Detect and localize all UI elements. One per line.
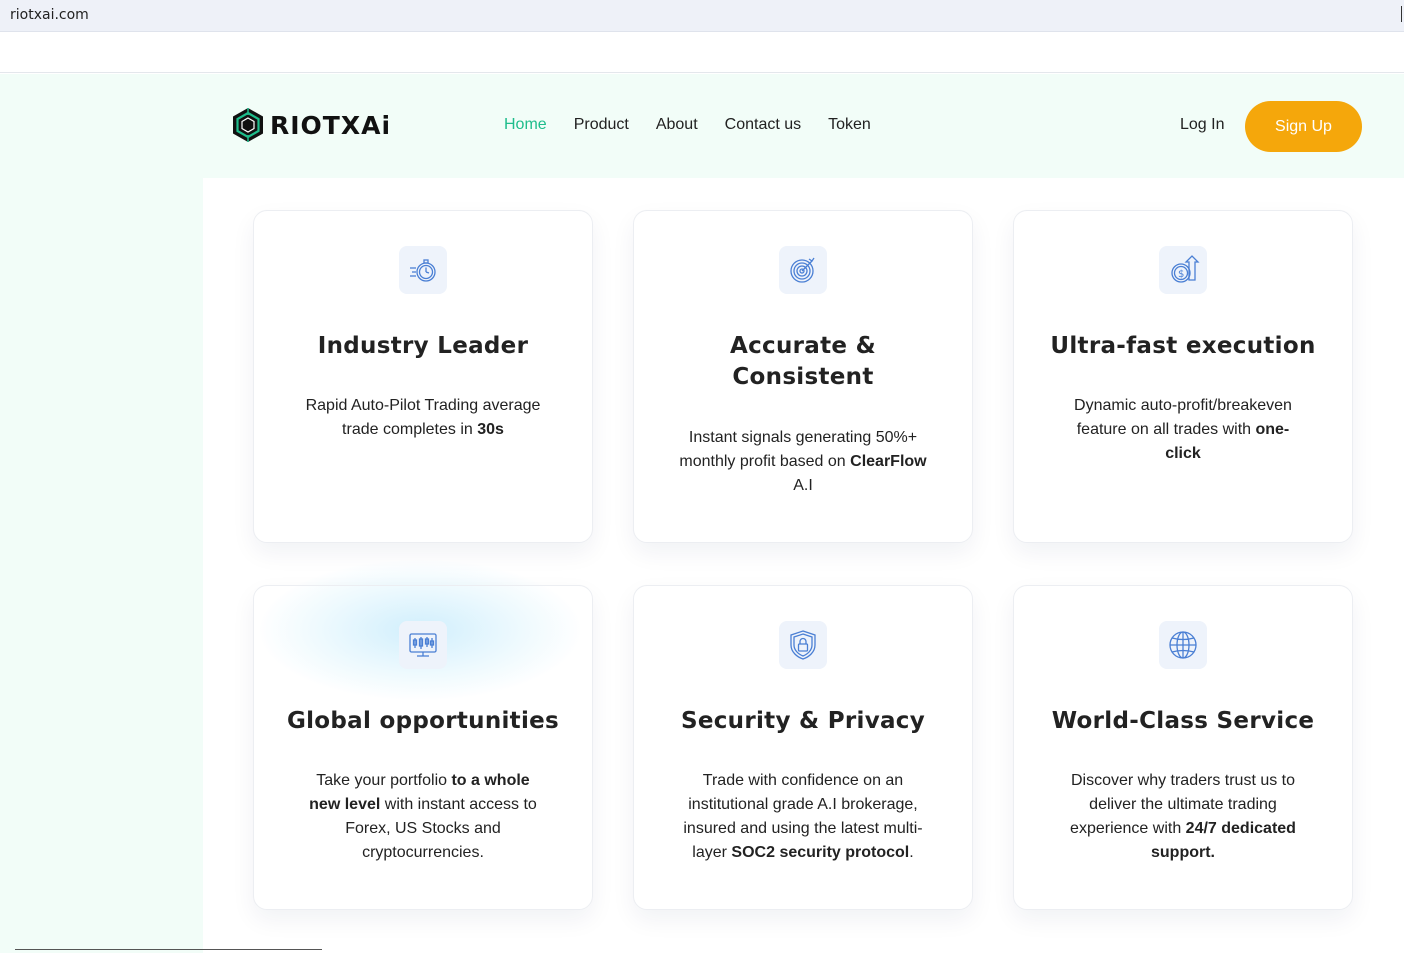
nav-token[interactable]: Token — [828, 116, 871, 134]
feature-title: Security & Privacy — [680, 708, 926, 734]
feature-description-emphasis: 30s — [477, 421, 504, 438]
feature-title: Accurate & Consistent — [730, 333, 876, 390]
site-header: RIOTXAi Home Product About Contact us To… — [0, 74, 1404, 178]
window-edge — [1401, 6, 1402, 22]
candlestick-monitor-icon — [399, 621, 447, 669]
feature-card-security-privacy: Security & Privacy Trade with confidence… — [633, 585, 973, 910]
feature-title: Global opportunities — [286, 708, 560, 734]
browser-toolbar-area — [0, 32, 1404, 73]
feature-card-accurate-consistent: Accurate & Consistent Instant signals ge… — [633, 210, 973, 543]
feature-description: Rapid Auto-Pilot Trading average trade c… — [299, 394, 547, 442]
nav-product[interactable]: Product — [574, 116, 629, 134]
feature-description: Instant signals generating 50%+ monthly … — [679, 426, 927, 498]
signup-button[interactable]: Sign Up — [1245, 101, 1362, 152]
nav-home[interactable]: Home — [504, 116, 547, 134]
bottom-divider — [15, 949, 322, 950]
nav-contact-us[interactable]: Contact us — [725, 116, 801, 134]
feature-card-world-class-service: World-Class Service Discover why traders… — [1013, 585, 1353, 910]
shield-lock-icon — [779, 621, 827, 669]
stopwatch-icon — [399, 246, 447, 294]
logo-hexagon-icon — [233, 108, 263, 142]
feature-title: Industry Leader — [317, 333, 529, 359]
dollar-growth-icon: $ — [1159, 246, 1207, 294]
feature-description: Trade with confidence on an institutiona… — [679, 769, 927, 865]
site-logo[interactable]: RIOTXAi — [230, 107, 391, 143]
feature-description-emphasis: ClearFlow — [850, 453, 927, 470]
nav-about[interactable]: About — [656, 116, 698, 134]
feature-description: Discover why traders trust us to deliver… — [1059, 769, 1307, 865]
feature-description-text: A.I — [793, 477, 813, 494]
svg-text:$: $ — [1178, 269, 1184, 280]
logo-text: RIOTXAi — [270, 110, 392, 140]
feature-description-emphasis: SOC2 security protocol — [731, 844, 910, 861]
url-text[interactable]: riotxai.com — [10, 7, 89, 23]
feature-card-global-opportunities: Global opportunities Take your portfolio… — [253, 585, 593, 910]
feature-description-text: . — [909, 844, 914, 861]
main-nav: Home Product About Contact us Token — [504, 116, 898, 134]
feature-title: Ultra-fast execution — [1050, 333, 1316, 359]
feature-card-industry-leader: Industry Leader Rapid Auto-Pilot Trading… — [253, 210, 593, 543]
browser-address-bar[interactable]: riotxai.com — [0, 0, 1404, 32]
feature-description: Dynamic auto-profit/breakeven feature on… — [1059, 394, 1307, 466]
feature-description-text: Take your portfolio — [316, 772, 452, 789]
globe-icon — [1159, 621, 1207, 669]
feature-description-text: Rapid Auto-Pilot Trading average trade c… — [305, 397, 541, 438]
feature-description: Take your portfolio to a whole new level… — [299, 769, 547, 865]
feature-card-ultra-fast-execution: $ Ultra-fast execution Dynamic auto-prof… — [1013, 210, 1353, 543]
login-link[interactable]: Log In — [1180, 116, 1224, 134]
feature-title: World-Class Service — [1051, 708, 1315, 734]
target-icon — [779, 246, 827, 294]
